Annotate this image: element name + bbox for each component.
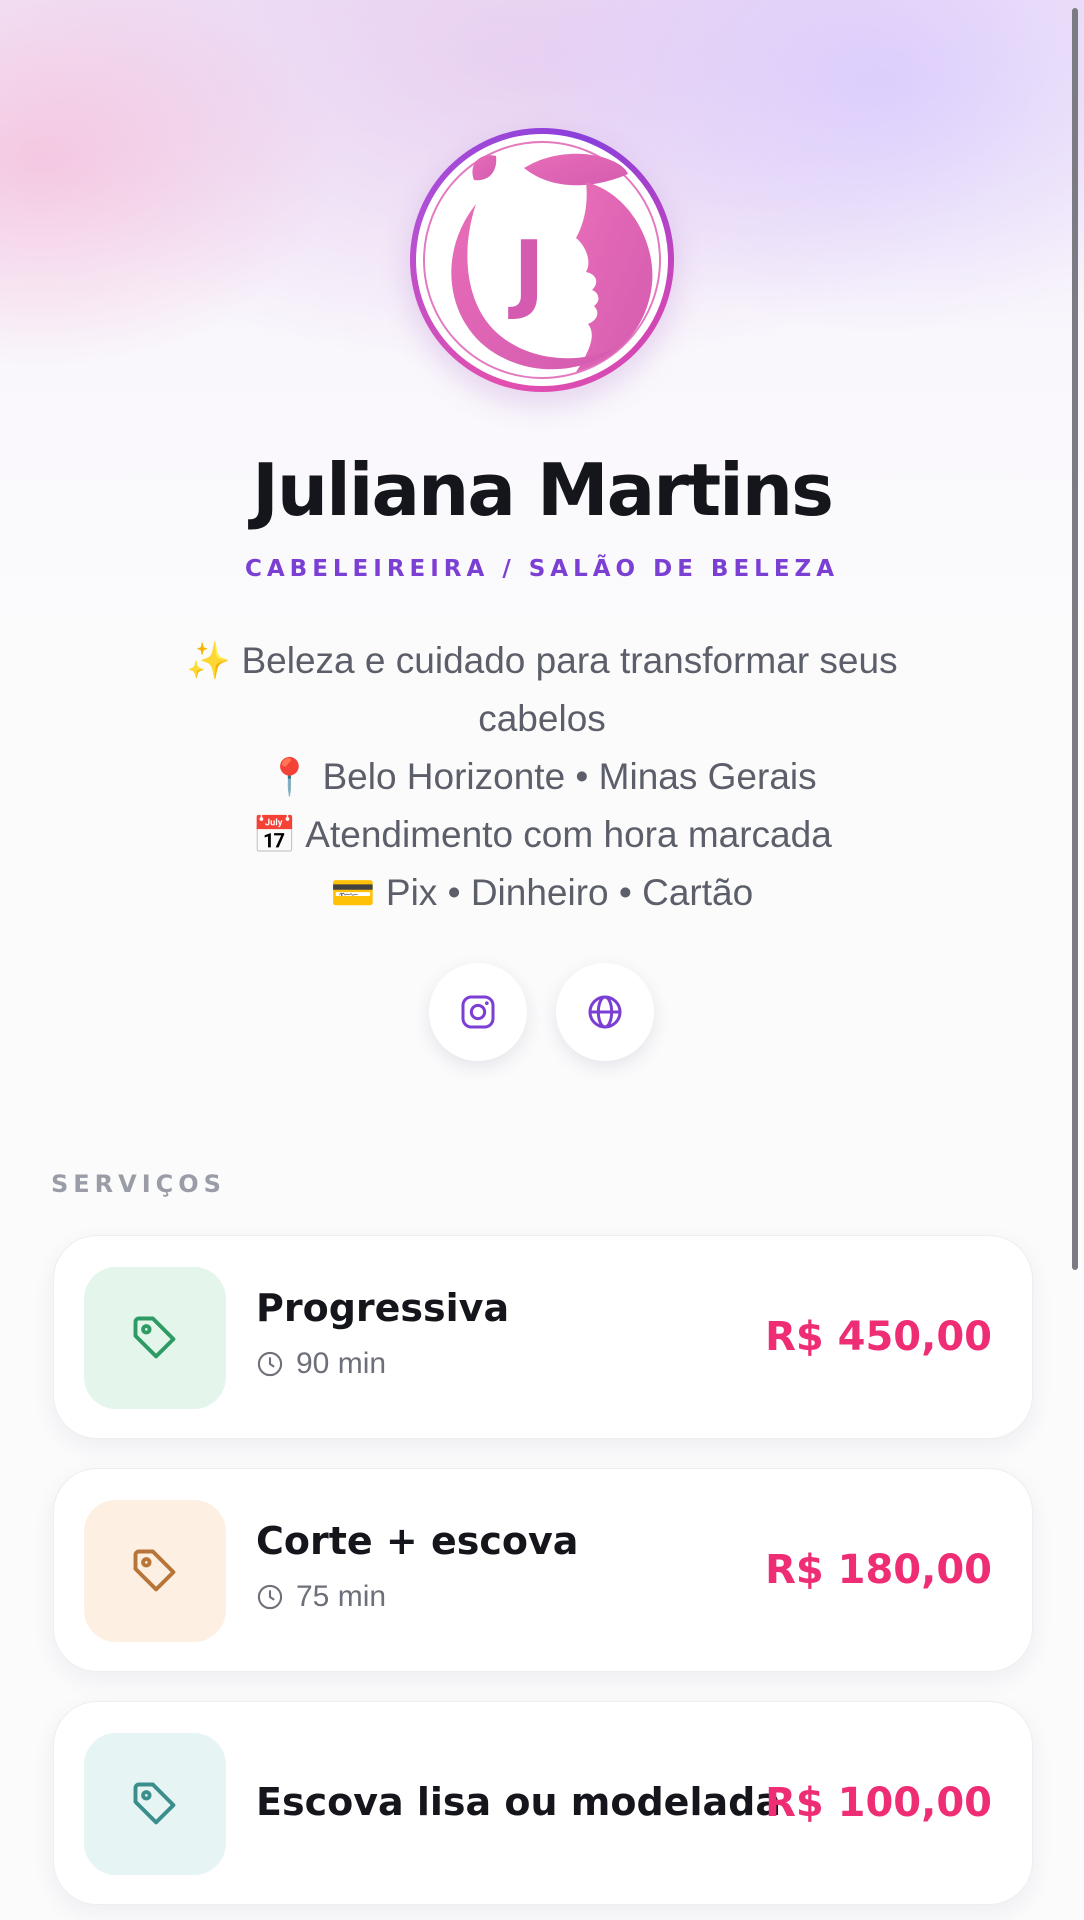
profile-bio: ✨ Beleza e cuidado para transformar seus… bbox=[140, 632, 944, 922]
salon-logo: J bbox=[416, 134, 668, 386]
tag-icon bbox=[133, 1316, 176, 1359]
pin-icon: 📍 bbox=[267, 756, 313, 797]
service-price: R$ 450,00 bbox=[765, 1314, 992, 1360]
service-duration: 90 min bbox=[256, 1347, 386, 1381]
profile-name: Juliana Martins bbox=[252, 448, 834, 532]
instagram-button[interactable] bbox=[429, 963, 527, 1061]
bio-line-2: cabelos bbox=[478, 698, 606, 739]
avatar: J bbox=[410, 128, 674, 392]
service-title: Escova lisa ou modelada bbox=[256, 1780, 781, 1824]
service-icon-box bbox=[84, 1733, 226, 1875]
duration-text: 75 min bbox=[296, 1580, 387, 1613]
service-card[interactable]: Escova lisa ou modelada R$ 100,00 bbox=[53, 1701, 1033, 1905]
website-button[interactable] bbox=[556, 963, 654, 1061]
duration-text: 90 min bbox=[296, 1347, 387, 1380]
credit-card-icon: 💳 bbox=[330, 872, 376, 913]
scrollbar[interactable] bbox=[1072, 8, 1078, 1270]
profile-page: J Juliana Martins CABELEIREIRA / SALÃO D… bbox=[0, 0, 1084, 1920]
service-card[interactable]: Corte + escova 75 min R$ 180,00 bbox=[53, 1468, 1033, 1672]
service-card[interactable]: Progressiva 90 min R$ 450,00 bbox=[53, 1235, 1033, 1439]
clock-icon bbox=[257, 1351, 283, 1377]
bio-payment: Pix • Dinheiro • Cartão bbox=[385, 872, 754, 913]
services-section-label: SERVIÇOS bbox=[51, 1170, 226, 1198]
service-price: R$ 100,00 bbox=[765, 1780, 992, 1826]
globe-icon bbox=[588, 995, 622, 1029]
service-duration: 75 min bbox=[256, 1580, 386, 1614]
bio-text: Beleza e cuidado para transformar seus bbox=[241, 640, 898, 681]
logo-letter: J bbox=[508, 223, 545, 323]
bio-line-4: 📅 Atendimento com hora marcada bbox=[140, 806, 944, 864]
instagram-icon bbox=[461, 995, 495, 1029]
clock-icon bbox=[257, 1584, 283, 1610]
service-price: R$ 180,00 bbox=[765, 1547, 992, 1593]
bio-line-1: ✨ Beleza e cuidado para transformar seus bbox=[140, 632, 944, 690]
sparkles-icon: ✨ bbox=[186, 640, 232, 681]
bio-location: Belo Horizonte • Minas Gerais bbox=[322, 756, 817, 797]
bio-schedule: Atendimento com hora marcada bbox=[305, 814, 832, 855]
service-title: Corte + escova bbox=[256, 1519, 579, 1563]
bio-line-3: 📍 Belo Horizonte • Minas Gerais bbox=[140, 748, 944, 806]
logo-graphic: J bbox=[423, 141, 661, 379]
bio-line-5: 💳 Pix • Dinheiro • Cartão bbox=[140, 864, 944, 922]
service-title: Progressiva bbox=[256, 1286, 510, 1330]
service-icon-box bbox=[84, 1267, 226, 1409]
profile-role: CABELEIREIRA / SALÃO DE BELEZA bbox=[244, 556, 840, 582]
calendar-icon: 📅 bbox=[252, 814, 298, 855]
tag-icon bbox=[133, 1782, 176, 1825]
tag-icon bbox=[133, 1549, 176, 1592]
service-icon-box bbox=[84, 1500, 226, 1642]
